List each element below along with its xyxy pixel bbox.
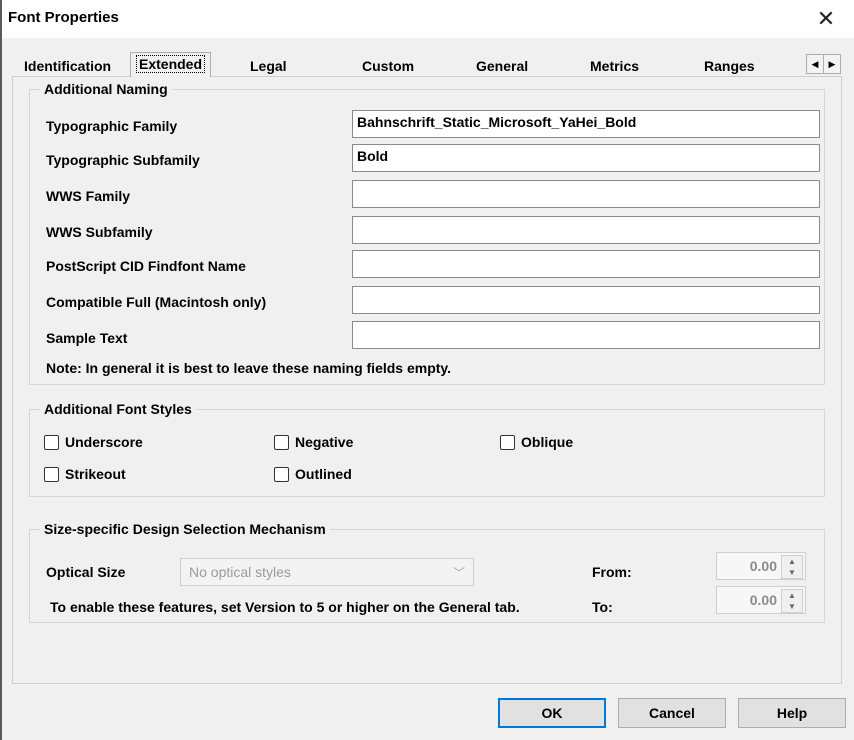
close-icon[interactable]: ✕	[812, 5, 840, 33]
to-spinner[interactable]: 0.00 ▲ ▼	[716, 586, 806, 614]
version-hint: To enable these features, set Version to…	[50, 599, 520, 615]
naming-note: Note: In general it is best to leave the…	[46, 360, 452, 376]
tab-scroll-right-icon[interactable]: ▶	[823, 54, 841, 74]
negative-checkbox-box[interactable]	[274, 434, 289, 450]
typographic-subfamily-label: Typographic Subfamily	[46, 152, 200, 168]
outlined-checkbox[interactable]: Outlined	[274, 466, 352, 482]
typographic-family-label: Typographic Family	[46, 118, 178, 134]
tab-scroll-controls: ◀ ▶	[806, 54, 841, 74]
ok-button[interactable]: OK	[498, 698, 606, 728]
wws-subfamily-label: WWS Subfamily	[46, 224, 153, 240]
tab-strip: Identification Extended Legal Custom Gen…	[12, 52, 841, 77]
tab-general[interactable]: General	[476, 56, 528, 76]
dialog-body: Identification Extended Legal Custom Gen…	[2, 38, 854, 740]
additional-naming-group: Additional Naming Typographic Family Bah…	[29, 81, 825, 385]
tab-scroll-left-icon[interactable]: ◀	[806, 54, 824, 74]
postscript-cid-findfont-input[interactable]	[352, 250, 820, 278]
wws-family-input[interactable]	[352, 180, 820, 208]
extended-tab-panel: Additional Naming Typographic Family Bah…	[12, 76, 842, 684]
from-spinner[interactable]: 0.00 ▲ ▼	[716, 552, 806, 580]
underscore-label: Underscore	[65, 434, 143, 450]
compatible-full-input[interactable]	[352, 286, 820, 314]
from-label: From:	[592, 564, 632, 580]
outlined-checkbox-box[interactable]	[274, 466, 289, 482]
strikeout-checkbox[interactable]: Strikeout	[44, 466, 126, 482]
oblique-checkbox[interactable]: Oblique	[500, 434, 573, 450]
from-value: 0.00	[749, 558, 777, 574]
size-specific-legend: Size-specific Design Selection Mechanism	[40, 521, 330, 537]
tab-ranges[interactable]: Ranges	[704, 56, 755, 76]
additional-naming-legend: Additional Naming	[40, 81, 172, 97]
tab-custom[interactable]: Custom	[362, 56, 414, 76]
optical-size-select[interactable]: No optical styles ﹀	[180, 558, 474, 586]
underscore-checkbox[interactable]: Underscore	[44, 434, 143, 450]
tab-extended[interactable]: Extended	[130, 52, 212, 77]
optical-size-label: Optical Size	[46, 564, 126, 580]
strikeout-label: Strikeout	[65, 466, 126, 482]
underscore-checkbox-box[interactable]	[44, 434, 59, 450]
help-button[interactable]: Help	[738, 698, 846, 728]
postscript-cid-findfont-label: PostScript CID Findfont Name	[46, 258, 246, 274]
title-bar: Font Properties ✕	[2, 0, 854, 38]
to-value: 0.00	[749, 592, 777, 608]
compatible-full-label: Compatible Full (Macintosh only)	[46, 294, 267, 310]
sample-text-input[interactable]	[352, 321, 820, 349]
additional-font-styles-group: Additional Font Styles Underscore Negati…	[29, 401, 825, 497]
typographic-family-input[interactable]: Bahnschrift_Static_Microsoft_YaHei_Bold	[352, 110, 820, 138]
tab-identification[interactable]: Identification	[24, 56, 111, 76]
oblique-label: Oblique	[521, 434, 574, 450]
tab-legal[interactable]: Legal	[250, 56, 287, 76]
optical-size-value: No optical styles	[189, 564, 291, 580]
sample-text-label: Sample Text	[46, 330, 128, 346]
wws-family-label: WWS Family	[46, 188, 131, 204]
chevron-down-icon: ﹀	[452, 566, 465, 580]
typographic-subfamily-input[interactable]: Bold	[352, 144, 820, 172]
tab-metrics[interactable]: Metrics	[590, 56, 639, 76]
tab-extended-label: Extended	[135, 55, 206, 73]
negative-label: Negative	[295, 434, 354, 450]
spinner-arrows-icon[interactable]: ▲ ▼	[781, 589, 803, 613]
oblique-checkbox-box[interactable]	[500, 434, 515, 450]
spinner-arrows-icon[interactable]: ▲ ▼	[781, 555, 803, 579]
window-title: Font Properties	[8, 9, 119, 26]
outlined-label: Outlined	[295, 466, 352, 482]
to-label: To:	[592, 599, 613, 615]
additional-font-styles-legend: Additional Font Styles	[40, 401, 196, 417]
cancel-button[interactable]: Cancel	[618, 698, 726, 728]
negative-checkbox[interactable]: Negative	[274, 434, 353, 450]
wws-subfamily-input[interactable]	[352, 216, 820, 244]
strikeout-checkbox-box[interactable]	[44, 466, 59, 482]
size-specific-group: Size-specific Design Selection Mechanism…	[29, 521, 825, 623]
